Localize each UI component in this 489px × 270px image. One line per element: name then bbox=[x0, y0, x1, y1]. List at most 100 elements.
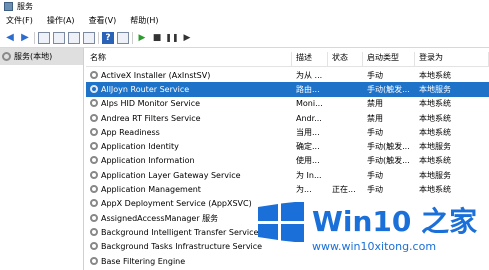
restart-service-icon[interactable]: ▶ bbox=[181, 32, 193, 44]
tree-item-label: 服务(本地) bbox=[14, 52, 53, 61]
service-startup-type: 禁用 bbox=[367, 113, 383, 123]
gear-icon bbox=[90, 142, 98, 151]
gear-icon bbox=[90, 127, 98, 136]
service-name: Application Identity bbox=[101, 142, 179, 152]
service-name-cell: App Readiness bbox=[86, 127, 292, 137]
service-startup-type: 手动 bbox=[367, 170, 383, 180]
gear-icon bbox=[90, 99, 98, 108]
pause-service-icon[interactable]: ❚❚ bbox=[165, 32, 178, 44]
list-header: 名称 描述 状态 启动类型 登录为 bbox=[86, 52, 489, 67]
column-header-name[interactable]: 名称 bbox=[86, 52, 292, 66]
service-startup-type: 手动(触发... bbox=[367, 84, 410, 94]
toolbar-separator bbox=[132, 31, 133, 44]
menu-view[interactable]: 查看(V) bbox=[89, 15, 117, 26]
service-name-cell: AllJoyn Router Service bbox=[86, 84, 292, 94]
service-name: AssignedAccessManager 服务 bbox=[101, 213, 219, 223]
column-header-log-on-as[interactable]: 登录为 bbox=[415, 52, 489, 66]
properties-icon[interactable] bbox=[53, 31, 65, 44]
service-name: AllJoyn Router Service bbox=[101, 84, 190, 94]
services-app-icon bbox=[4, 2, 13, 11]
service-name: Base Filtering Engine bbox=[101, 256, 186, 266]
gear-icon bbox=[2, 52, 11, 61]
service-description: 为 In... bbox=[296, 170, 322, 180]
service-name: Andrea RT Filters Service bbox=[101, 113, 201, 123]
service-name: Application Layer Gateway Service bbox=[101, 170, 241, 180]
service-name: ActiveX Installer (AxInstSV) bbox=[101, 70, 211, 80]
forward-icon[interactable]: ▶ bbox=[19, 32, 31, 44]
gear-icon bbox=[90, 227, 98, 236]
help-icon[interactable]: ? bbox=[102, 31, 114, 44]
service-name: App Readiness bbox=[101, 127, 160, 137]
service-log-on-as: 本地系统 bbox=[419, 127, 451, 137]
service-name-cell: Alps HID Monitor Service bbox=[86, 99, 292, 108]
menu-action[interactable]: 操作(A) bbox=[47, 15, 75, 26]
service-row[interactable]: Application Layer Gateway Service 为 In...… bbox=[86, 168, 489, 182]
menu-bar: 文件(F) 操作(A) 查看(V) 帮助(H) bbox=[0, 13, 489, 28]
service-name: Alps HID Monitor Service bbox=[101, 99, 201, 109]
gear-icon bbox=[90, 199, 98, 208]
window-title: 服务 bbox=[17, 2, 33, 11]
service-row[interactable]: Application Information 使用... 手动(触发... 本地系统 bbox=[86, 154, 489, 168]
service-name: AppX Deployment Service (AppXSVC) bbox=[101, 199, 252, 209]
watermark: Win10 之家 www.win10xitong.com bbox=[258, 190, 489, 270]
menu-file[interactable]: 文件(F) bbox=[6, 15, 33, 26]
back-icon[interactable]: ◀ bbox=[4, 32, 16, 44]
service-row[interactable]: AllJoyn Router Service 路由... 手动(触发... 本地服务 bbox=[86, 82, 489, 97]
service-name: Background Tasks Infrastructure Service bbox=[101, 242, 263, 252]
service-name: Background Intelligent Transfer Service bbox=[101, 227, 259, 237]
service-description: 使用... bbox=[296, 156, 320, 166]
windows-logo-icon bbox=[258, 202, 304, 242]
start-service-icon[interactable]: ▶ bbox=[136, 32, 148, 44]
gear-icon bbox=[90, 185, 98, 194]
gear-icon bbox=[90, 256, 98, 265]
service-startup-type: 手动(触发... bbox=[367, 156, 410, 166]
view-icon[interactable] bbox=[117, 31, 129, 44]
tree-item-services-local[interactable]: 服务(本地) bbox=[0, 48, 83, 65]
service-name: Application Management bbox=[101, 185, 201, 195]
console-tree: 服务(本地) bbox=[0, 48, 84, 270]
gear-icon bbox=[90, 70, 98, 79]
service-name-cell: Application Information bbox=[86, 156, 292, 165]
service-row[interactable]: Application Identity 确定... 手动(触发... 本地服务 bbox=[86, 139, 489, 153]
gear-icon bbox=[90, 170, 98, 179]
service-name: Application Information bbox=[101, 156, 195, 166]
refresh-icon[interactable] bbox=[68, 31, 80, 44]
service-row[interactable]: Alps HID Monitor Service Moni... 禁用 本地系统 bbox=[86, 97, 489, 111]
service-row[interactable]: App Readiness 当用... 手动 本地系统 bbox=[86, 125, 489, 139]
service-startup-type: 禁用 bbox=[367, 99, 383, 109]
service-log-on-as: 本地服务 bbox=[419, 84, 451, 94]
service-log-on-as: 本地服务 bbox=[419, 170, 451, 180]
toolbar-separator bbox=[34, 31, 35, 44]
menu-help[interactable]: 帮助(H) bbox=[130, 15, 158, 26]
service-startup-type: 手动 bbox=[367, 127, 383, 137]
gear-icon bbox=[90, 213, 98, 222]
column-header-startup-type[interactable]: 启动类型 bbox=[363, 52, 415, 66]
service-description: Moni... bbox=[296, 99, 323, 109]
service-row[interactable]: Andrea RT Filters Service Andr... 禁用 本地系统 bbox=[86, 111, 489, 125]
service-name-cell: Application Layer Gateway Service bbox=[86, 170, 292, 180]
service-name-cell: ActiveX Installer (AxInstSV) bbox=[86, 70, 292, 80]
service-description: Andr... bbox=[296, 113, 322, 123]
export-list-icon[interactable] bbox=[83, 31, 95, 44]
service-log-on-as: 本地服务 bbox=[419, 142, 451, 152]
column-header-status[interactable]: 状态 bbox=[328, 52, 363, 66]
service-description: 确定... bbox=[296, 142, 320, 152]
service-log-on-as: 本地系统 bbox=[419, 99, 451, 109]
service-description: 路由... bbox=[296, 84, 320, 94]
gear-icon bbox=[90, 242, 98, 251]
service-row[interactable]: ActiveX Installer (AxInstSV) 为从 ... 手动 本地系统 bbox=[86, 68, 489, 82]
gear-icon bbox=[90, 113, 98, 122]
watermark-url: www.win10xitong.com bbox=[312, 240, 437, 253]
gear-icon bbox=[90, 84, 98, 93]
service-log-on-as: 本地系统 bbox=[419, 70, 451, 80]
service-startup-type: 手动(触发... bbox=[367, 142, 410, 152]
stop-service-icon[interactable]: ■ bbox=[151, 32, 163, 44]
service-description: 为从 ... bbox=[296, 70, 323, 80]
column-header-description[interactable]: 描述 bbox=[292, 52, 328, 66]
watermark-title: Win10 之家 bbox=[312, 205, 478, 238]
service-startup-type: 手动 bbox=[367, 70, 383, 80]
console-tree-icon[interactable] bbox=[38, 31, 50, 44]
service-log-on-as: 本地系统 bbox=[419, 156, 451, 166]
toolbar-separator bbox=[98, 31, 99, 44]
toolbar: ◀ ▶ ? ▶ ■ ❚❚ ▶ bbox=[0, 28, 489, 48]
